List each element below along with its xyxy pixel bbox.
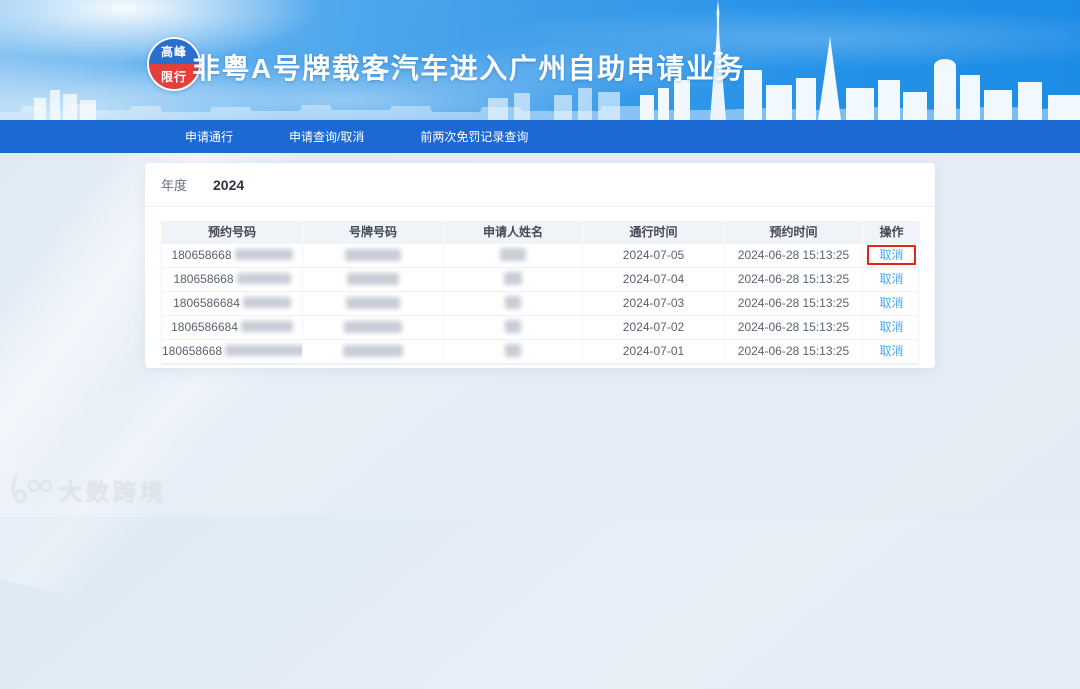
cell-reservation-no: 1806586684: [162, 316, 302, 339]
reservations-table: 预约号码 号牌号码 申请人姓名 通行时间 预约时间 操作 180658668 2…: [161, 221, 920, 365]
cell-pass-date: 2024-07-02: [582, 316, 724, 339]
banner: 高峰 限行 非粤A号牌载客汽车进入广州自助申请业务: [0, 0, 1080, 120]
cell-reservation-no: 180658668: [162, 268, 302, 291]
redacted-plate-no: [346, 296, 400, 309]
redacted-applicant-name: [505, 344, 521, 358]
redacted-reservation-suffix: [234, 249, 293, 261]
cell-pass-date: 2024-07-01: [582, 340, 724, 363]
col-header-reserved-at: 预约时间: [724, 221, 862, 244]
cancel-link[interactable]: 取消: [879, 272, 903, 286]
nav-item-apply-pass[interactable]: 申请通行: [185, 128, 233, 145]
table-row: 180658668 2024-07-04 2024-06-28 15:13:25…: [162, 268, 918, 292]
cell-applicant-name: [443, 268, 582, 291]
redacted-plate-no: [347, 272, 399, 285]
cell-reserved-at: 2024-06-28 15:13:25: [724, 268, 862, 291]
cancel-link[interactable]: 取消: [879, 344, 903, 358]
cell-applicant-name: [443, 244, 582, 267]
cell-reserved-at: 2024-06-28 15:13:25: [724, 292, 862, 315]
page-title: 非粤A号牌载客汽车进入广州自助申请业务: [192, 53, 745, 84]
cell-actions: 取消: [862, 244, 920, 267]
cell-actions: 取消: [862, 268, 920, 291]
redacted-reservation-suffix: [242, 297, 291, 309]
redacted-applicant-name: [500, 248, 526, 262]
year-filter-row: 年度 2024: [145, 163, 935, 207]
cell-reserved-at: 2024-06-28 15:13:25: [724, 316, 862, 339]
cell-actions: 取消: [862, 292, 920, 315]
redacted-reservation-suffix: [240, 321, 293, 333]
cell-reserved-at: 2024-06-28 15:13:25: [724, 340, 862, 363]
watermark-text: 大数跨境: [59, 479, 167, 505]
main-nav: 申请通行 申请查询/取消 前两次免罚记录查询: [0, 120, 1080, 153]
table-row: 1806586684 2024-07-02 2024-06-28 15:13:2…: [162, 316, 918, 340]
nav-item-penalty-free-records[interactable]: 前两次免罚记录查询: [420, 128, 528, 145]
annotation-highlight-box: 取消: [867, 245, 916, 265]
cell-plate-no: [302, 268, 443, 291]
year-label: 年度: [161, 178, 188, 193]
cell-applicant-name: [443, 340, 582, 363]
year-value-selector[interactable]: 2024: [213, 177, 244, 193]
cell-plate-no: [302, 292, 443, 315]
cell-pass-date: 2024-07-05: [582, 244, 724, 267]
table-row: 1806586684 2024-07-03 2024-06-28 15:13:2…: [162, 292, 918, 316]
cell-pass-date: 2024-07-03: [582, 292, 724, 315]
cell-plate-no: [302, 244, 443, 267]
table-row: 180658668 2024-07-05 2024-06-28 15:13:25…: [162, 244, 918, 268]
content-card: 年度 2024 预约号码 号牌号码 申请人姓名 通行时间 预约时间 操作 180…: [145, 163, 935, 368]
cell-plate-no: [302, 316, 443, 339]
cell-applicant-name: [443, 316, 582, 339]
redacted-reservation-suffix: [236, 273, 291, 285]
cell-pass-date: 2024-07-04: [582, 268, 724, 291]
cell-plate-no: [302, 340, 443, 363]
cell-reservation-no: 180658668: [162, 340, 302, 363]
col-header-actions: 操作: [862, 221, 920, 244]
cell-actions: 取消: [862, 340, 920, 363]
col-header-reservation-no: 预约号码: [162, 221, 302, 244]
redacted-applicant-name: [505, 296, 521, 310]
col-header-plate-no: 号牌号码: [302, 221, 443, 244]
redacted-plate-no: [344, 320, 402, 333]
col-header-pass-date: 通行时间: [582, 221, 724, 244]
redacted-applicant-name: [504, 272, 522, 286]
redacted-plate-no: [343, 344, 403, 357]
redacted-reservation-suffix: [225, 345, 302, 357]
redacted-plate-no: [345, 248, 401, 261]
cell-actions: 取消: [862, 316, 920, 339]
col-header-applicant-name: 申请人姓名: [443, 221, 582, 244]
cancel-link[interactable]: 取消: [879, 248, 903, 262]
cell-applicant-name: [443, 292, 582, 315]
cancel-link[interactable]: 取消: [879, 320, 903, 334]
redacted-applicant-name: [505, 320, 521, 334]
nav-item-query-cancel[interactable]: 申请查询/取消: [289, 128, 364, 145]
watermark: 大数跨境: [10, 473, 167, 507]
cell-reservation-no: 1806586684: [162, 292, 302, 315]
cell-reservation-no: 180658668: [162, 244, 302, 267]
cell-reserved-at: 2024-06-28 15:13:25: [724, 244, 862, 267]
table-row: 180658668 2024-07-01 2024-06-28 15:13:25…: [162, 340, 918, 364]
table-header-row: 预约号码 号牌号码 申请人姓名 通行时间 预约时间 操作: [162, 221, 920, 244]
watermark-logo-icon: [11, 475, 52, 504]
cancel-link[interactable]: 取消: [879, 296, 903, 310]
